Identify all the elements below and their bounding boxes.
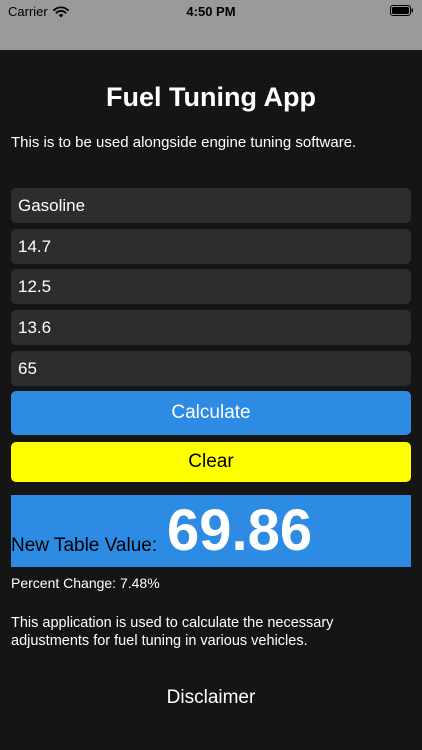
input-field-4[interactable] <box>11 310 411 345</box>
result-panel: New Table Value: 69.86 <box>11 495 411 567</box>
clear-button[interactable]: Clear <box>11 442 411 482</box>
description: This application is used to calculate th… <box>11 615 334 649</box>
input-field-3[interactable] <box>11 269 411 304</box>
fuel-type-field[interactable] <box>11 188 411 223</box>
status-bar: Carrier 4:50 PM <box>0 0 422 50</box>
status-time: 4:50 PM <box>186 4 236 19</box>
disclaimer-button[interactable]: Disclaimer <box>0 687 422 709</box>
battery-icon <box>390 5 413 16</box>
result-label: New Table Value: <box>11 535 158 556</box>
calculate-button[interactable]: Calculate <box>11 391 411 435</box>
subtitle: This is to be used alongside engine tuni… <box>11 134 357 151</box>
input-field-5[interactable] <box>11 351 411 386</box>
result-value: 69.86 <box>167 498 313 563</box>
percent-change: Percent Change: 7.48% <box>11 575 160 591</box>
page-title: Fuel Tuning App <box>106 82 316 112</box>
input-field-2[interactable] <box>11 229 411 264</box>
